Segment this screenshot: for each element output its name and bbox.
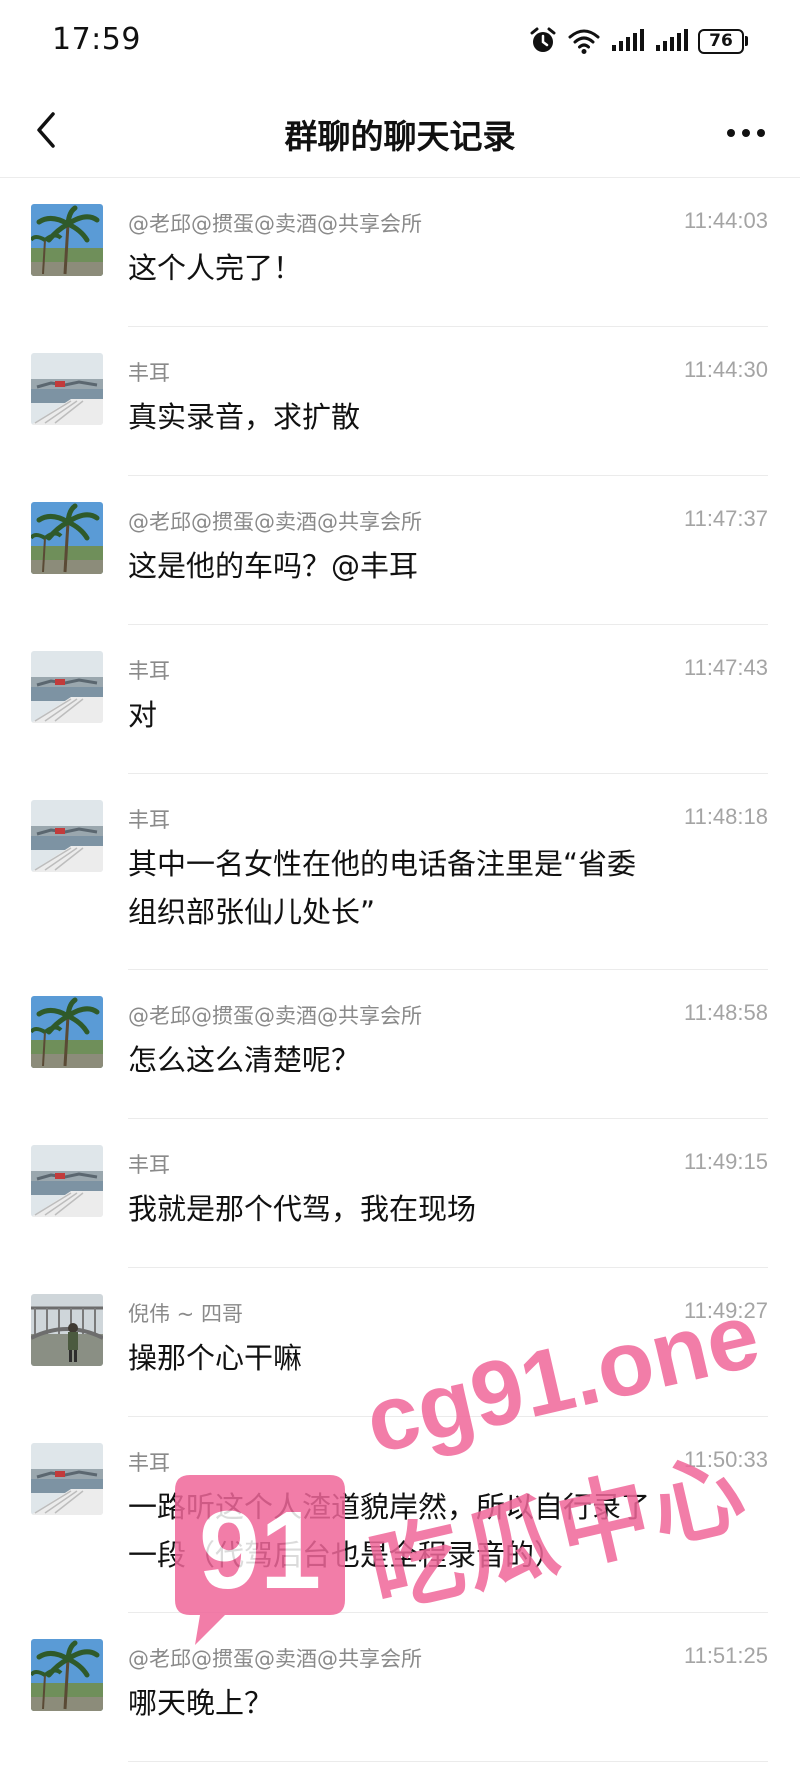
message-text: 其中一名女性在他的电话备注里是“省委 组织部张仙儿处长” [128, 847, 637, 929]
message-item[interactable]: @老邱@掼蛋@卖酒@共享会所 11:48:58 怎么这么清楚呢？ [0, 970, 800, 1119]
message-text: 怎么这么清楚呢？ [128, 1043, 361, 1077]
message-item[interactable]: 倪伟 ~ 四哥 11:49:27 操那个心干嘛 [0, 1268, 800, 1417]
avatar[interactable] [31, 353, 103, 425]
sender-name: @老邱@掼蛋@卖酒@共享会所 [128, 510, 422, 534]
message-text: 我就是那个代驾，我在现场 [128, 1192, 477, 1226]
sender-name: @老邱@掼蛋@卖酒@共享会所 [128, 1647, 422, 1671]
message-body: @老邱@掼蛋@卖酒@共享会所 11:51:25 哪天晚上？ [128, 1613, 768, 1762]
battery-icon: 76 [698, 28, 748, 54]
wifi-icon [568, 27, 600, 55]
message-time: 11:48:58 [683, 1000, 768, 1025]
sender-name: 丰耳 [128, 659, 170, 683]
message-body: 丰耳 11:49:15 我就是那个代驾，我在现场 [128, 1119, 768, 1268]
message-time: 11:47:43 [683, 655, 768, 680]
message-text: 真实录音，求扩散 [128, 400, 361, 434]
message-item[interactable]: @老邱@掼蛋@卖酒@共享会所 11:47:37 这是他的车吗？@丰耳 [0, 476, 800, 625]
more-button[interactable] [718, 108, 774, 156]
message-time: 11:44:03 [683, 208, 768, 233]
battery-level: 76 [698, 28, 744, 54]
message-body: @老邱@掼蛋@卖酒@共享会所 11:44:03 这个人完了！ [128, 178, 768, 327]
message-time: 11:50:33 [683, 1447, 768, 1472]
message-item[interactable]: 丰耳 11:49:15 我就是那个代驾，我在现场 [0, 1119, 800, 1268]
status-icons: 76 [528, 26, 748, 56]
message-text: 操那个心干嘛 [128, 1341, 303, 1375]
message-item[interactable]: 丰耳 11:50:33 一路听这个人渣道貌岸然，所以自行录了 一段（代驾后台也是全程… [0, 1417, 800, 1613]
sender-name: 丰耳 [128, 1153, 170, 1177]
message-item[interactable]: @老邱@掼蛋@卖酒@共享会所 11:51:25 哪天晚上？ [0, 1613, 800, 1762]
message-time: 11:44:30 [683, 357, 768, 382]
message-body: 丰耳 11:47:43 对 [128, 625, 768, 774]
message-body: @老邱@掼蛋@卖酒@共享会所 11:47:37 这是他的车吗？@丰耳 [128, 476, 768, 625]
avatar[interactable] [31, 1639, 103, 1711]
message-item[interactable]: @老邱@掼蛋@卖酒@共享会所 11:44:03 这个人完了！ [0, 178, 800, 327]
message-time: 11:49:15 [683, 1149, 768, 1174]
status-bar: 17:59 76 [0, 0, 800, 86]
avatar[interactable] [31, 651, 103, 723]
message-body: 丰耳 11:50:33 一路听这个人渣道貌岸然，所以自行录了 一段（代驾后台也是全程… [128, 1417, 768, 1613]
message-item[interactable]: 丰耳 11:47:43 对 [0, 625, 800, 774]
divider [128, 1761, 768, 1762]
avatar[interactable] [31, 1145, 103, 1217]
message-body: 丰耳 11:44:30 真实录音，求扩散 [128, 327, 768, 476]
signal-icon [610, 29, 644, 53]
page-title: 群聊的聊天记录 [284, 117, 516, 156]
avatar[interactable] [31, 800, 103, 872]
sender-name: @老邱@掼蛋@卖酒@共享会所 [128, 1004, 422, 1028]
message-text: 这是他的车吗？@丰耳 [128, 549, 419, 583]
message-text: 哪天晚上？ [128, 1686, 274, 1720]
message-time: 11:47:37 [683, 506, 768, 531]
sender-name: 丰耳 [128, 1451, 170, 1475]
avatar[interactable] [31, 204, 103, 276]
message-body: 倪伟 ~ 四哥 11:49:27 操那个心干嘛 [128, 1268, 768, 1417]
message-text: 这个人完了！ [128, 251, 303, 285]
avatar[interactable] [31, 1443, 103, 1515]
nav-bar: 群聊的聊天记录 [0, 86, 800, 178]
message-item[interactable]: 丰耳 11:44:30 真实录音，求扩散 [0, 327, 800, 476]
message-time: 11:51:25 [683, 1643, 768, 1668]
message-item[interactable]: 丰耳 11:48:18 其中一名女性在他的电话备注里是“省委 组织部张仙儿处长” [0, 774, 800, 970]
sender-name: 丰耳 [128, 361, 170, 385]
more-dots-icon [726, 123, 766, 142]
avatar[interactable] [31, 502, 103, 574]
sender-name: 倪伟 ~ 四哥 [128, 1302, 243, 1326]
status-time: 17:59 [52, 22, 141, 57]
message-time: 11:48:18 [683, 804, 768, 829]
alarm-icon [528, 26, 558, 56]
message-list[interactable]: @老邱@掼蛋@卖酒@共享会所 11:44:03 这个人完了！ 丰耳 11:44:30 真… [0, 178, 800, 1762]
message-text: 对 [128, 698, 158, 732]
sender-name: 丰耳 [128, 808, 170, 832]
message-text: 一路听这个人渣道貌岸然，所以自行录了 一段（代驾后台也是全程录音的） [128, 1490, 651, 1572]
signal-icon [654, 29, 688, 53]
message-body: 丰耳 11:48:18 其中一名女性在他的电话备注里是“省委 组织部张仙儿处长” [128, 774, 768, 970]
message-body: @老邱@掼蛋@卖酒@共享会所 11:48:58 怎么这么清楚呢？ [128, 970, 768, 1119]
avatar[interactable] [31, 996, 103, 1068]
message-time: 11:49:27 [683, 1298, 768, 1323]
sender-name: @老邱@掼蛋@卖酒@共享会所 [128, 212, 422, 236]
avatar[interactable] [31, 1294, 103, 1366]
